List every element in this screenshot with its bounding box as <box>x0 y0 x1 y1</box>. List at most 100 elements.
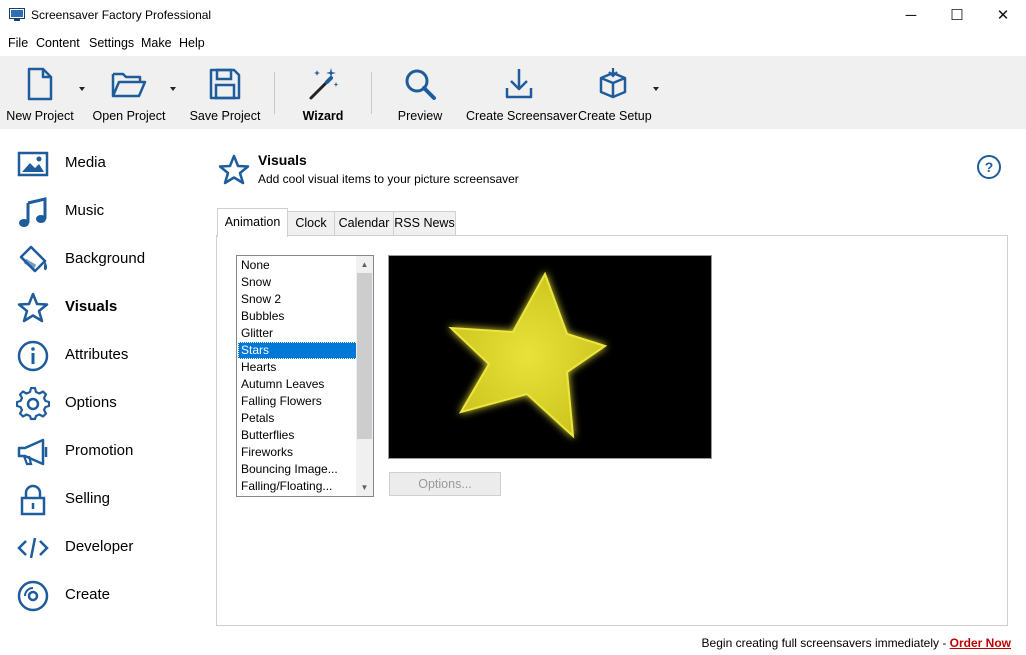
menu-help[interactable]: Help <box>179 36 205 50</box>
open-project-dropdown-icon[interactable] <box>170 87 176 91</box>
image-icon <box>17 151 49 177</box>
sidebar-item-label: Promotion <box>65 442 134 459</box>
wizard-label: Wizard <box>302 109 344 123</box>
open-project-button[interactable]: Open Project <box>88 56 170 129</box>
menu-make[interactable]: Make <box>141 36 172 50</box>
star-preview-image <box>448 271 608 439</box>
code-icon <box>17 537 49 559</box>
tab-animation[interactable]: Animation <box>217 208 288 237</box>
list-item[interactable]: Fireworks <box>238 444 358 461</box>
magnifier-icon <box>405 69 436 100</box>
title-bar: Screensaver Factory Professional ─ ☐ ✕ <box>0 0 1026 32</box>
listbox-scrollbar[interactable]: ▲ ▼ <box>356 256 373 496</box>
create-screensaver-button[interactable]: Create Screensaver <box>466 56 578 129</box>
preview-label: Preview <box>397 109 443 123</box>
save-project-button[interactable]: Save Project <box>188 56 262 129</box>
list-item[interactable]: Petals <box>238 410 358 427</box>
list-item[interactable]: Glitter <box>238 325 358 342</box>
sidebar-item-background[interactable]: Background <box>0 236 210 284</box>
sidebar-item-music[interactable]: Music <box>0 188 210 236</box>
new-project-button[interactable]: New Project <box>0 56 80 129</box>
menu-content[interactable]: Content <box>36 36 80 50</box>
toolbar-separator <box>371 72 372 114</box>
new-project-label: New Project <box>6 109 74 123</box>
sidebar-item-media[interactable]: Media <box>0 140 210 188</box>
create-setup-label: Create Setup <box>578 109 652 123</box>
list-item[interactable]: Falling Flowers <box>238 393 358 410</box>
save-disk-icon <box>209 68 241 100</box>
app-icon <box>9 8 25 21</box>
save-project-label: Save Project <box>189 109 261 123</box>
list-item[interactable]: Snow <box>238 274 358 291</box>
section-subtitle: Add cool visual items to your picture sc… <box>258 172 519 186</box>
tab-rss-news[interactable]: RSS News <box>393 211 456 236</box>
close-button[interactable]: ✕ <box>980 0 1026 32</box>
lock-icon <box>20 484 46 516</box>
maximize-button[interactable]: ☐ <box>934 0 980 32</box>
disc-icon <box>17 580 49 612</box>
toolbar-separator <box>274 72 275 114</box>
sidebar-item-visuals[interactable]: Visuals <box>0 284 210 332</box>
sidebar-item-promotion[interactable]: Promotion <box>0 428 210 476</box>
list-item[interactable]: Autumn Leaves <box>238 376 358 393</box>
section-title: Visuals <box>258 152 307 168</box>
info-icon <box>17 340 49 372</box>
sidebar-item-label: Selling <box>65 490 111 507</box>
toolbar: New Project Open Project Save Project Wi… <box>0 56 1026 129</box>
window-title: Screensaver Factory Professional <box>31 8 212 22</box>
options-button[interactable]: Options... <box>389 472 501 496</box>
order-now-link[interactable]: Order Now <box>950 636 1011 650</box>
new-project-dropdown-icon[interactable] <box>79 87 85 91</box>
list-item[interactable]: Falling/Floating... <box>238 478 358 495</box>
minimize-button[interactable]: ─ <box>888 0 934 32</box>
sidebar-item-attributes[interactable]: Attributes <box>0 332 210 380</box>
create-setup-button[interactable]: Create Setup <box>578 56 652 129</box>
animation-listbox[interactable]: None Snow Snow 2 Bubbles Glitter Stars H… <box>236 255 374 497</box>
gear-icon <box>16 387 50 421</box>
megaphone-icon <box>17 438 48 466</box>
wizard-button[interactable]: Wizard <box>290 56 356 129</box>
list-item[interactable]: Bubbles <box>238 308 358 325</box>
scroll-thumb[interactable] <box>357 273 372 439</box>
sidebar-item-label: Attributes <box>65 346 129 363</box>
preview-button[interactable]: Preview <box>388 56 452 129</box>
sidebar-item-label: Media <box>65 154 106 171</box>
list-item[interactable]: Snow 2 <box>238 291 358 308</box>
list-item[interactable]: Hearts <box>238 359 358 376</box>
tab-calendar[interactable]: Calendar <box>334 211 394 236</box>
open-folder-icon <box>111 72 147 98</box>
list-item[interactable]: None <box>238 257 358 274</box>
sidebar-item-selling[interactable]: Selling <box>0 476 210 524</box>
create-setup-dropdown-icon[interactable] <box>653 87 659 91</box>
help-icon[interactable]: ? <box>976 154 1002 180</box>
footer-text: Begin creating full screensavers immedia… <box>701 636 950 650</box>
sidebar-item-label: Create <box>65 586 111 603</box>
sidebar-item-label: Background <box>65 250 146 267</box>
animation-preview <box>388 255 712 459</box>
paint-bucket-icon <box>19 245 48 273</box>
sidebar-item-label: Developer <box>65 538 134 555</box>
scroll-up-icon[interactable]: ▲ <box>356 256 373 273</box>
tab-clock[interactable]: Clock <box>287 211 335 236</box>
music-note-icon <box>19 197 47 227</box>
menu-file[interactable]: File <box>8 36 28 50</box>
sidebar-item-developer[interactable]: Developer <box>0 524 210 572</box>
sidebar-item-create[interactable]: Create <box>0 572 210 620</box>
download-icon <box>505 69 533 99</box>
package-icon <box>599 68 627 99</box>
menu-settings[interactable]: Settings <box>89 36 134 50</box>
new-document-icon <box>27 67 53 101</box>
scroll-down-icon[interactable]: ▼ <box>356 479 373 496</box>
sidebar: Media Music Background Visuals Attribute… <box>0 130 210 630</box>
magic-wand-icon <box>309 68 339 100</box>
svg-text:?: ? <box>985 159 994 175</box>
list-item[interactable]: Butterflies <box>238 427 358 444</box>
footer: Begin creating full screensavers immedia… <box>702 636 1011 650</box>
list-item[interactable]: Bouncing Image... <box>238 461 358 478</box>
open-project-label: Open Project <box>92 109 166 123</box>
sidebar-item-options[interactable]: Options <box>0 380 210 428</box>
create-screensaver-label: Create Screensaver <box>466 109 578 123</box>
sidebar-item-label: Visuals <box>65 298 118 315</box>
star-icon <box>17 292 49 323</box>
list-item-selected[interactable]: Stars <box>238 342 358 359</box>
